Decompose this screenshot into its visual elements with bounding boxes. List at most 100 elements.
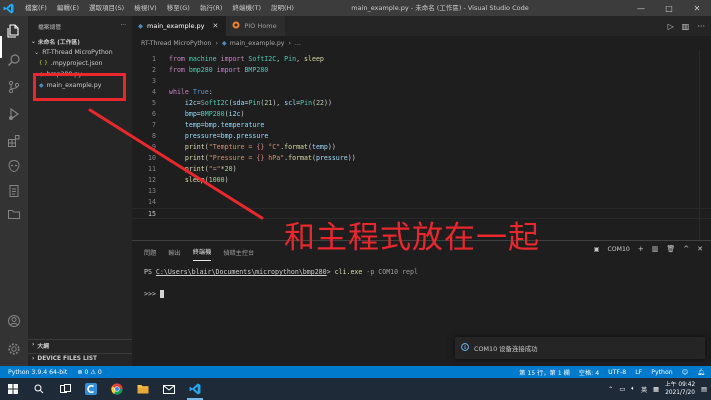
code-token: : [208,88,213,96]
search-icon[interactable] [5,51,23,69]
menu-file[interactable]: 檔案(F) [20,0,52,16]
ccleaner-app-icon[interactable] [78,378,104,400]
minimize-button[interactable]: — [627,0,655,16]
more-actions-button[interactable]: ··· [120,23,126,29]
vscode-taskbar-icon[interactable] [182,378,208,400]
close-window-button[interactable]: ✕ [683,0,711,16]
start-button[interactable] [0,378,26,400]
code-token: print [169,154,205,162]
cursor-position[interactable]: 第 15 行，第 1 欄 [519,368,570,377]
encoding[interactable]: UTF-8 [608,369,626,376]
close-panel-button[interactable]: ✕ [697,245,703,253]
menu-selection[interactable]: 選取項目(S) [84,0,129,16]
terminal-icon: ▣ [593,245,600,253]
close-tab-icon[interactable]: ✕ [213,22,219,30]
bell-icon[interactable]: 🔔︎ [697,368,705,376]
tab-pio-home[interactable]: PIO Home [226,16,285,36]
maximize-panel-button[interactable]: ^ [683,245,689,253]
terminal-path[interactable]: C:\Users\blair\Documents\micropython\bmp… [156,268,327,276]
tab-output[interactable]: 輸出 [168,244,180,261]
clock[interactable]: 上午 09:42 2021/7/20 [665,381,695,397]
tab-problems[interactable]: 問題 [144,244,156,261]
code-line[interactable]: 5 i2c=SoftI2C(sda=Pin(21), scl=Pin(22)) [132,98,711,109]
code-line[interactable]: 13 [132,186,711,197]
network-icon[interactable]: ▭ [619,386,625,393]
chrome-icon[interactable] [104,378,130,400]
settings-gear-icon[interactable] [5,340,23,358]
code-text: print("Pressure = {} hPa".format(pressur… [169,153,356,164]
outline-section[interactable]: › 大綱 [28,339,132,350]
code-line[interactable]: 8 pressure=bmp.pressure [132,131,711,142]
tab-debug-console[interactable]: 偵錯主控台 [223,244,254,261]
ime-indicator[interactable]: 英 [641,385,647,394]
add-terminal-button[interactable]: + [638,245,644,253]
file-explorer-icon[interactable] [130,378,156,400]
indentation[interactable]: 空格: 4 [579,368,599,377]
code-text: while True: [169,87,213,98]
workspace-section[interactable]: ⌄ 未命名 (工作區) [28,36,132,47]
split-terminal-icon[interactable]: ▥ [652,245,659,253]
task-view-icon[interactable] [52,378,78,400]
code-line[interactable]: 12 sleep(1000) [132,175,711,186]
code-line[interactable]: 11 print("="*20) [132,164,711,175]
menu-go[interactable]: 移至(G) [162,0,195,16]
code-line[interactable]: 14 [132,197,711,208]
code-token: pressure [315,154,348,162]
tab-label: main_example.py [147,22,205,30]
folder-icon[interactable] [5,205,23,223]
run-file-icon[interactable]: ▷ [668,22,674,31]
menu-help[interactable]: 說明(H) [266,0,299,16]
trash-icon[interactable]: 🗑︎ [666,245,675,253]
volume-icon[interactable]: 🔈︎ [631,385,635,393]
ime-mode-icon[interactable]: ▦ [653,386,659,393]
breadcrumb: RT-Thread MicroPython › ◆ main_example.p… [132,36,711,50]
menu-terminal[interactable]: 終端機(T) [227,0,266,16]
line-number: 11 [148,165,156,173]
terminal-select[interactable]: COM10 [607,246,629,253]
code-line[interactable]: 6 bmp=BMP280(i2c) [132,109,711,120]
terminal-output[interactable]: PS C:\Users\blair\Documents\micropython\… [144,267,418,300]
notification-center-icon[interactable]: ▤ [701,386,707,393]
search-taskbar-icon[interactable] [26,378,52,400]
title-bar: 檔案(F) 編輯(E) 選取項目(S) 檢視(V) 移至(G) 執行(R) 終端… [0,0,711,16]
tab-terminal[interactable]: 終端機 [192,243,212,261]
code-line[interactable]: 7 temp=bmp.temperature [132,120,711,131]
code-line[interactable]: 9 print("Tempture = {} °C".format(temp)) [132,142,711,153]
folder-row[interactable]: ⌄ RT-Thread MicroPython [28,47,132,58]
document-icon[interactable] [5,182,23,200]
code-token: , [276,55,285,63]
language-mode[interactable]: Python [651,369,672,376]
line-ending[interactable]: LF [635,369,642,376]
device-files-section[interactable]: › DEVICE FILES LIST [28,353,132,364]
tab-main-example[interactable]: ◆ main_example.py ✕ [132,16,227,36]
account-icon[interactable] [5,312,23,330]
chevron-up-icon[interactable]: ⌃ [608,386,613,393]
more-icon[interactable]: ··· [697,22,705,31]
split-editor-icon[interactable]: ▥ [682,22,690,31]
code-line[interactable]: 4 while True: [132,87,711,98]
problems-count[interactable]: ⊗ 0 ⚠ 0 [77,369,102,376]
breadcrumb-folder[interactable]: RT-Thread MicroPython [141,40,211,47]
source-control-icon[interactable] [5,78,23,96]
explorer-icon[interactable] [5,22,23,40]
mail-icon[interactable] [156,378,182,400]
code-line[interactable]: 1 from machine import SoftI2C, Pin, sleep [132,54,711,65]
code-line[interactable]: 2 from bmp280 import BMP280 [132,65,711,76]
code-line[interactable]: 3 [132,76,711,87]
menu-run[interactable]: 執行(R) [195,0,228,16]
info-icon [461,343,469,353]
panel-tabs: 問題 輸出 終端機 偵錯主控台 [132,241,254,263]
extensions-icon[interactable] [5,132,23,150]
feedback-icon[interactable]: ☺ [682,369,688,376]
breadcrumb-file[interactable]: main_example.py [230,40,285,47]
run-debug-icon[interactable] [5,105,23,123]
platformio-alien-icon[interactable] [5,157,23,175]
maximize-button[interactable]: □ [655,0,683,16]
menu-view[interactable]: 檢視(V) [129,0,162,16]
clock-time: 上午 09:42 [664,382,696,388]
code-line[interactable]: 10 print("Pressure = {} hPa".format(pres… [132,153,711,164]
python-interpreter[interactable]: Python 3.9.4 64-bit [8,369,67,376]
breadcrumb-more[interactable]: ... [295,40,301,47]
menu-edit[interactable]: 編輯(E) [52,0,84,16]
file-item[interactable]: { } .mpyproject.json [28,58,132,69]
